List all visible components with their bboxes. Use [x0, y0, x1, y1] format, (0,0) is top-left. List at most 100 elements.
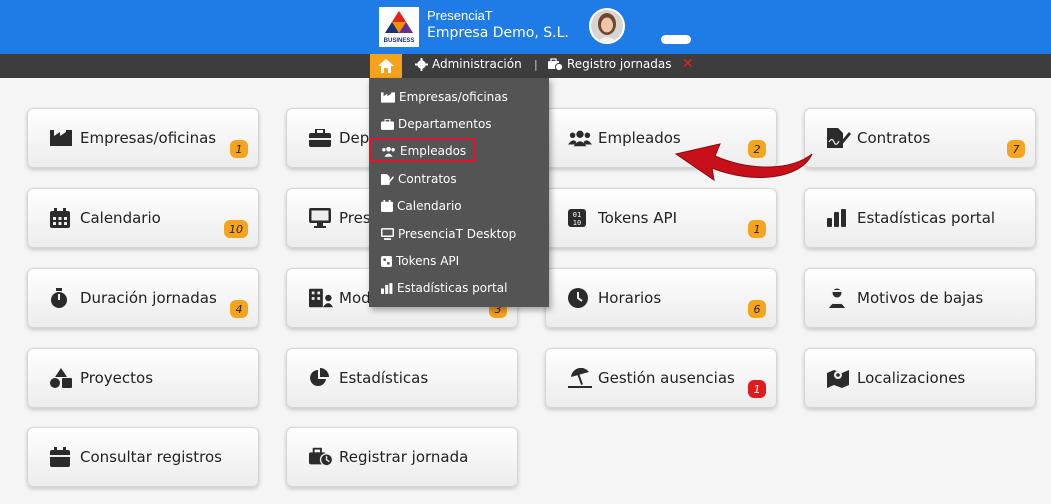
tile-estadisticas[interactable]: Estadísticas: [286, 348, 518, 408]
bar-chart-icon: [827, 208, 851, 228]
tile-label: Empleados: [598, 129, 681, 147]
umbrella-beach-icon: [568, 368, 592, 388]
count-badge: 7: [1007, 140, 1025, 158]
company-logo: BUSINESS: [379, 7, 419, 47]
gear-icon: [415, 57, 428, 71]
desktop-icon: [381, 228, 394, 240]
tile-registrar-jornada[interactable]: Registrar jornada: [286, 427, 518, 487]
admin-dropdown-menu: Empresas/oficinas Departamentos Empleado…: [369, 78, 549, 307]
briefcase-icon: [381, 118, 394, 130]
nav-administracion-label: Administración: [432, 57, 522, 71]
tile-label: Registrar jornada: [339, 448, 469, 466]
bar-chart-icon: [381, 282, 393, 294]
stopwatch-icon: [50, 288, 74, 308]
tile-label: Calendario: [80, 209, 161, 227]
briefcase-clock-icon: [548, 57, 563, 71]
pie-chart-icon: [309, 368, 333, 388]
tile-motivos-de-bajas[interactable]: Motivos de bajas: [804, 268, 1036, 328]
callout-arrow-icon: [674, 143, 813, 182]
nav-administracion[interactable]: Administración: [415, 57, 522, 71]
home-button[interactable]: [370, 54, 402, 78]
count-badge: 1: [748, 220, 766, 238]
tile-proyectos[interactable]: Proyectos: [27, 348, 259, 408]
count-badge: 10: [224, 220, 248, 238]
menu-item-estadisticas-portal[interactable]: Estadísticas portal: [381, 278, 507, 298]
tile-horarios[interactable]: Horarios 6: [545, 268, 777, 328]
menu-item-calendario[interactable]: Calendario: [381, 196, 462, 216]
header-toggle[interactable]: [661, 35, 691, 44]
tile-label: Empresas/oficinas: [80, 129, 217, 147]
highlight-box: [370, 138, 475, 162]
svg-text:10: 10: [573, 219, 581, 227]
company-name[interactable]: Empresa Demo, S.L.: [427, 25, 569, 41]
menu-item-presenciat-desktop[interactable]: PresenciaT Desktop: [381, 224, 516, 244]
briefcase-icon: [309, 128, 333, 148]
tile-duracion-jornadas[interactable]: Duración jornadas 4: [27, 268, 259, 328]
menu-item-label: Empresas/oficinas: [399, 90, 508, 104]
token-icon: [381, 255, 392, 267]
user-avatar[interactable]: [589, 8, 625, 44]
logo-caption: BUSINESS: [383, 38, 415, 44]
tile-label: Consultar registros: [80, 448, 222, 466]
tile-calendario[interactable]: Calendario 10: [27, 188, 259, 248]
menu-item-label: Contratos: [398, 172, 457, 186]
tile-label: Estadísticas portal: [857, 209, 996, 227]
svg-text:01: 01: [573, 211, 581, 219]
top-header: BUSINESS PresenciaT Empresa Demo, S.L.: [0, 0, 1051, 54]
calendar-minus-icon: [50, 447, 74, 467]
menu-item-empresas[interactable]: Empresas/oficinas: [381, 87, 508, 107]
menu-item-label: Tokens API: [396, 254, 460, 268]
map-location-icon: [827, 368, 851, 388]
home-icon: [378, 59, 394, 73]
menu-item-departamentos[interactable]: Departamentos: [381, 114, 492, 134]
user-injured-icon: [827, 288, 851, 308]
industry-icon: [50, 128, 74, 148]
token-icon: 01 10: [568, 208, 592, 228]
nav-separator: |: [534, 58, 538, 71]
tile-consultar-registros[interactable]: Consultar registros: [27, 427, 259, 487]
close-icon[interactable]: ✕: [682, 56, 694, 72]
tile-estadisticas-portal[interactable]: Estadísticas portal: [804, 188, 1036, 248]
tile-label: Gestión ausencias: [598, 369, 735, 387]
tile-empresas-oficinas[interactable]: Empresas/oficinas 1: [27, 108, 259, 168]
menu-item-label: Estadísticas portal: [397, 281, 508, 295]
app-name: PresenciaT: [427, 8, 493, 23]
tile-localizaciones[interactable]: Localizaciones: [804, 348, 1036, 408]
briefcase-clock-icon: [309, 447, 333, 467]
signature-icon: [827, 128, 851, 148]
tile-label: Estadísticas: [339, 369, 429, 387]
menu-item-label: Calendario: [397, 199, 462, 213]
menu-item-label: PresenciaT Desktop: [398, 227, 517, 241]
building-user-icon: [309, 288, 333, 308]
nav-registro-jornadas[interactable]: Registro jornadas: [548, 57, 672, 71]
tile-label: Motivos de bajas: [857, 289, 984, 307]
tile-label: Duración jornadas: [80, 289, 217, 307]
nav-registro-label: Registro jornadas: [567, 57, 672, 71]
main-nav: Administración | Registro jornadas ✕: [0, 54, 1051, 78]
count-badge: 4: [230, 300, 248, 318]
tile-contratos[interactable]: Contratos 7: [804, 108, 1036, 168]
logo-triangle-icon: [385, 11, 413, 33]
tile-label: Tokens API: [598, 209, 677, 227]
menu-item-label: Departamentos: [398, 117, 492, 131]
signature-icon: [381, 173, 394, 185]
tile-tokens-api[interactable]: 01 10 Tokens API 1: [545, 188, 777, 248]
shapes-icon: [50, 368, 74, 388]
tile-label: Horarios: [598, 289, 662, 307]
industry-icon: [381, 91, 395, 103]
menu-item-tokens-api[interactable]: Tokens API: [381, 251, 459, 271]
alert-badge: 1: [748, 380, 766, 398]
tile-gestion-ausencias[interactable]: Gestión ausencias 1: [545, 348, 777, 408]
calendar-icon: [50, 208, 74, 228]
desktop-icon: [309, 208, 333, 228]
tile-label: Contratos: [857, 129, 931, 147]
tile-label: Proyectos: [80, 369, 154, 387]
calendar-icon: [381, 200, 393, 212]
tile-label: Localizaciones: [857, 369, 966, 387]
clock-icon: [568, 288, 592, 308]
avatar-image: [591, 10, 623, 42]
users-icon: [568, 128, 592, 148]
count-badge: 1: [230, 140, 248, 158]
menu-item-contratos[interactable]: Contratos: [381, 169, 457, 189]
count-badge: 6: [748, 300, 766, 318]
